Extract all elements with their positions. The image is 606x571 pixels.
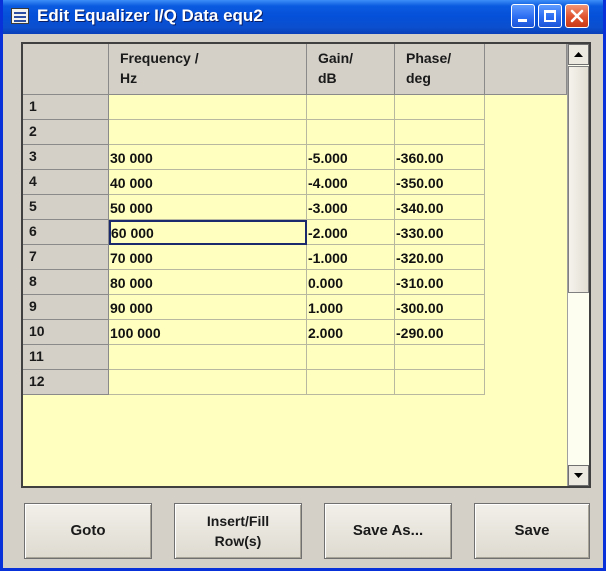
- column-header-empty: [485, 44, 567, 95]
- frequency-cell[interactable]: [109, 345, 307, 370]
- frequency-cell[interactable]: 60 000: [109, 220, 307, 245]
- phase-cell[interactable]: [395, 370, 485, 395]
- phase-cell[interactable]: -330.00: [395, 220, 485, 245]
- phase-cell[interactable]: -290.00: [395, 320, 485, 345]
- frequency-cell[interactable]: 50 000: [109, 195, 307, 220]
- phase-cell[interactable]: [395, 120, 485, 145]
- goto-button[interactable]: Goto: [24, 503, 152, 559]
- minimize-button[interactable]: [511, 4, 535, 28]
- insert-fill-rows-button[interactable]: Insert/Fill Row(s): [174, 503, 302, 559]
- phase-cell[interactable]: -310.00: [395, 270, 485, 295]
- phase-cell[interactable]: -320.00: [395, 245, 485, 270]
- column-header-phase[interactable]: Phase/ deg: [395, 44, 485, 95]
- phase-cell[interactable]: -300.00: [395, 295, 485, 320]
- row-number[interactable]: 9: [23, 295, 109, 320]
- row-number[interactable]: 10: [23, 320, 109, 345]
- minimize-icon: [518, 19, 527, 22]
- gain-cell[interactable]: -2.000: [307, 220, 395, 245]
- gain-cell[interactable]: 1.000: [307, 295, 395, 320]
- row-number[interactable]: 12: [23, 370, 109, 395]
- scroll-up-button[interactable]: [568, 44, 589, 65]
- gain-cell[interactable]: [307, 370, 395, 395]
- frequency-cell[interactable]: 90 000: [109, 295, 307, 320]
- row-number[interactable]: 8: [23, 270, 109, 295]
- gain-cell[interactable]: -3.000: [307, 195, 395, 220]
- row-number[interactable]: 6: [23, 220, 109, 245]
- close-button[interactable]: [565, 4, 589, 28]
- frequency-cell[interactable]: 30 000: [109, 145, 307, 170]
- frequency-cell[interactable]: 70 000: [109, 245, 307, 270]
- gain-cell[interactable]: -4.000: [307, 170, 395, 195]
- vertical-scrollbar[interactable]: [567, 44, 589, 486]
- frequency-cell[interactable]: [109, 370, 307, 395]
- maximize-icon: [544, 10, 556, 22]
- phase-cell[interactable]: [395, 345, 485, 370]
- window-title: Edit Equalizer I/Q Data equ2: [37, 6, 263, 25]
- save-as-button[interactable]: Save As...: [324, 503, 452, 559]
- gain-cell[interactable]: -5.000: [307, 145, 395, 170]
- phase-cell[interactable]: -350.00: [395, 170, 485, 195]
- arrow-down-icon: [574, 473, 583, 478]
- scroll-down-button[interactable]: [568, 465, 589, 486]
- frequency-cell[interactable]: [109, 120, 307, 145]
- equalizer-table: Frequency / Hz Gain/ dB Phase/ deg 1 2 3 30…: [21, 42, 591, 488]
- gain-cell[interactable]: -1.000: [307, 245, 395, 270]
- row-number[interactable]: 5: [23, 195, 109, 220]
- save-button[interactable]: Save: [474, 503, 590, 559]
- close-icon: [570, 9, 584, 23]
- row-number[interactable]: 1: [23, 95, 109, 120]
- phase-cell[interactable]: [395, 95, 485, 120]
- frequency-cell[interactable]: 80 000: [109, 270, 307, 295]
- gain-cell[interactable]: [307, 120, 395, 145]
- maximize-button[interactable]: [538, 4, 562, 28]
- arrow-up-icon: [574, 52, 583, 57]
- gain-cell[interactable]: [307, 345, 395, 370]
- table-edit-icon: [11, 8, 29, 24]
- frequency-cell[interactable]: [109, 95, 307, 120]
- column-header-frequency[interactable]: Frequency / Hz: [109, 44, 307, 95]
- row-number[interactable]: 7: [23, 245, 109, 270]
- table-corner: [23, 44, 109, 95]
- frequency-cell[interactable]: 100 000: [109, 320, 307, 345]
- title-bar[interactable]: Edit Equalizer I/Q Data equ2: [3, 0, 603, 34]
- phase-cell[interactable]: -360.00: [395, 145, 485, 170]
- phase-cell[interactable]: -340.00: [395, 195, 485, 220]
- gain-cell[interactable]: [307, 95, 395, 120]
- gain-cell[interactable]: 0.000: [307, 270, 395, 295]
- equalizer-dialog: Edit Equalizer I/Q Data equ2 Frequency /…: [0, 0, 606, 571]
- scrollbar-thumb[interactable]: [568, 66, 589, 293]
- row-number[interactable]: 2: [23, 120, 109, 145]
- frequency-cell[interactable]: 40 000: [109, 170, 307, 195]
- row-number[interactable]: 3: [23, 145, 109, 170]
- gain-cell[interactable]: 2.000: [307, 320, 395, 345]
- row-number[interactable]: 11: [23, 345, 109, 370]
- column-header-gain[interactable]: Gain/ dB: [307, 44, 395, 95]
- row-number[interactable]: 4: [23, 170, 109, 195]
